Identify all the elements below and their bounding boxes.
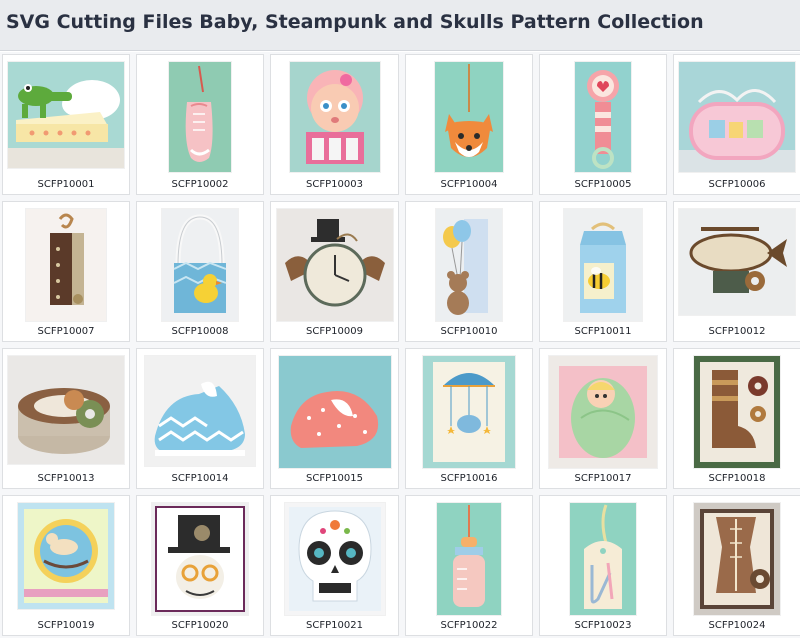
product-tile[interactable]: SCFP10004 [405, 54, 533, 195]
product-code: SCFP10010 [440, 326, 498, 337]
elephant-mobile-card-icon [423, 356, 515, 468]
product-tile[interactable]: SCFP10018 [673, 348, 800, 489]
product-tile[interactable]: SCFP10009 [270, 201, 399, 342]
product-code: SCFP10001 [37, 179, 95, 190]
product-tile[interactable]: SCFP10010 [405, 201, 533, 342]
product-code: SCFP10021 [306, 620, 363, 631]
product-tile[interactable]: SCFP10016 [405, 348, 533, 489]
product-tile[interactable]: SCFP10007 [2, 201, 130, 342]
product-tile[interactable]: SCFP10020 [136, 495, 264, 636]
steampunk-boot-card-icon [694, 356, 780, 468]
baby-card-box-icon [679, 62, 795, 172]
sneaker-tag-icon [169, 62, 231, 172]
page-header: SVG Cutting Files Baby, Steampunk and Sk… [0, 0, 800, 51]
product-code: SCFP10018 [708, 473, 766, 484]
product-code: SCFP10004 [440, 179, 498, 190]
winged-clock-icon [276, 209, 393, 321]
product-code: SCFP10015 [306, 473, 363, 484]
product-code: SCFP10003 [306, 179, 363, 190]
gear-box-icon [8, 356, 124, 464]
product-tile[interactable]: SCFP10017 [539, 348, 667, 489]
airship-icon [679, 209, 795, 315]
product-tile[interactable]: SCFP10019 [2, 495, 130, 636]
product-code: SCFP10011 [574, 326, 632, 337]
product-code: SCFP10019 [37, 620, 95, 631]
pink-baby-shoe-icon [278, 356, 391, 468]
swaddled-baby-card-icon [549, 356, 657, 468]
sugar-skull-card-icon [284, 503, 385, 615]
product-tile[interactable]: SCFP10014 [136, 348, 264, 489]
product-code: SCFP10009 [306, 326, 363, 337]
product-tile[interactable]: SCFP10006 [673, 54, 800, 195]
product-grid: SCFP10001 SCFP10002 SCFP10003 SCFP10004 … [0, 52, 800, 638]
product-code: SCFP10023 [574, 620, 632, 631]
product-code: SCFP10022 [440, 620, 498, 631]
product-code: SCFP10017 [574, 473, 632, 484]
product-tile[interactable]: SCFP10024 [673, 495, 800, 636]
rocking-horse-card-icon [18, 503, 114, 609]
top-hat-skull-card-icon [152, 503, 248, 615]
product-tile[interactable]: SCFP10002 [136, 54, 264, 195]
product-code: SCFP10002 [171, 179, 229, 190]
product-code: SCFP10013 [37, 473, 95, 484]
alligator-cloud-box-icon [8, 62, 124, 168]
baby-girl-box-icon [289, 62, 380, 172]
safety-pin-tag-icon [570, 503, 636, 615]
product-tile[interactable]: SCFP10003 [270, 54, 399, 195]
blue-baby-shoe-icon [145, 356, 255, 466]
baby-bottle-tag-icon [437, 503, 501, 615]
page-title: SVG Cutting Files Baby, Steampunk and Sk… [6, 11, 704, 33]
product-code: SCFP10012 [708, 326, 766, 337]
product-code: SCFP10007 [37, 326, 95, 337]
product-tile[interactable]: SCFP10011 [539, 201, 667, 342]
duck-basket-icon [162, 209, 238, 321]
product-tile[interactable]: SCFP10023 [539, 495, 667, 636]
product-tile[interactable]: SCFP10012 [673, 201, 800, 342]
product-tile[interactable]: SCFP10015 [270, 348, 399, 489]
product-tile[interactable]: SCFP10021 [270, 495, 399, 636]
bee-milk-carton-icon [564, 209, 642, 321]
product-tile[interactable]: SCFP10005 [539, 54, 667, 195]
product-tile[interactable]: SCFP10013 [2, 348, 130, 489]
product-tile[interactable]: SCFP10008 [136, 201, 264, 342]
rattle-icon [575, 62, 631, 172]
teddy-balloon-box-icon [436, 209, 502, 321]
fox-tag-icon [435, 62, 503, 172]
product-tile[interactable]: SCFP10001 [2, 54, 130, 195]
product-code: SCFP10014 [171, 473, 229, 484]
product-code: SCFP10005 [574, 179, 632, 190]
product-code: SCFP10020 [171, 620, 229, 631]
steampunk-bag-icon [26, 209, 106, 321]
product-code: SCFP10024 [708, 620, 766, 631]
product-code: SCFP10006 [708, 179, 766, 190]
corset-card-icon [694, 503, 780, 615]
product-tile[interactable]: SCFP10022 [405, 495, 533, 636]
product-code: SCFP10008 [171, 326, 229, 337]
product-code: SCFP10016 [440, 473, 498, 484]
